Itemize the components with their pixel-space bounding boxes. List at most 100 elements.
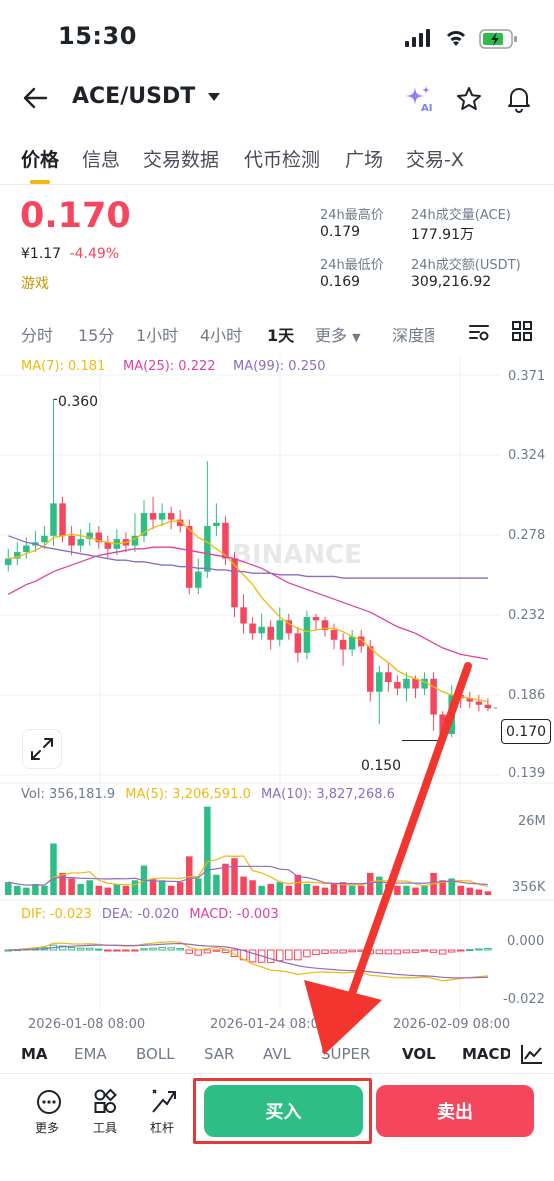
sell-button[interactable]: 卖出 [376, 1085, 534, 1137]
back-arrow-icon[interactable] [22, 86, 48, 110]
dif-legend: DIF: -0.023 [21, 907, 92, 922]
volume-bar [5, 882, 12, 895]
macd-bar [176, 948, 184, 951]
candle [294, 633, 302, 653]
volume-bar [176, 882, 184, 895]
candle [339, 639, 347, 650]
price-change: -4.49% [69, 246, 120, 262]
battery-icon [479, 29, 517, 49]
candle [249, 623, 256, 634]
macd-bar [67, 946, 76, 951]
volume-bar [267, 883, 274, 895]
caret-down-icon: ▼ [352, 331, 361, 344]
tools-label[interactable]: 工具 [93, 1119, 117, 1136]
fullscreen-button[interactable] [22, 729, 62, 769]
status-icons [405, 29, 517, 49]
macd-bar [140, 948, 148, 951]
macd-bar [104, 949, 112, 952]
volume-bar [258, 885, 265, 895]
tab-info[interactable]: 信息 [82, 145, 120, 172]
ai-sparkle-icon[interactable]: AI [404, 85, 434, 113]
candle [23, 545, 30, 553]
tf-4h[interactable]: 4小时 [200, 322, 242, 346]
ma25-line [7, 546, 489, 660]
tools-icon[interactable] [93, 1088, 125, 1116]
tf-more[interactable]: 更多 ▼ [315, 322, 361, 346]
more-icon[interactable] [35, 1088, 67, 1116]
volume-bar [276, 882, 283, 895]
macd-bar [167, 947, 175, 951]
volume-bar [77, 883, 84, 895]
candle [267, 626, 274, 640]
watermark: BINANCE [232, 540, 362, 570]
macd-bar [85, 947, 94, 951]
candle [312, 617, 320, 621]
ind-boll[interactable]: BOLL [136, 1045, 175, 1063]
ind-ma[interactable]: MA [21, 1045, 48, 1063]
chart-settings-icon[interactable] [467, 320, 491, 344]
volume-bar [104, 887, 112, 895]
volume-label: 24h成交量(ACE) [411, 208, 511, 223]
tab-square[interactable]: 广场 [345, 145, 383, 172]
tf-line[interactable]: 分时 [21, 322, 53, 346]
macd-bar [185, 949, 193, 954]
amount-value: 309,216.92 [411, 274, 492, 290]
volume-bar [195, 878, 202, 895]
volume-bar [213, 874, 220, 895]
volume-bar [158, 880, 166, 895]
volume-bar [131, 880, 139, 895]
candle [330, 630, 338, 640]
price-axis-label: 0.371 [508, 369, 546, 384]
signal-icon [405, 29, 430, 47]
volume-bar [41, 885, 48, 895]
macd-bar [149, 947, 157, 951]
candle [258, 626, 265, 634]
tab-trading-data[interactable]: 交易数据 [143, 145, 219, 172]
leverage-icon[interactable] [150, 1088, 182, 1116]
volume-bar [14, 885, 21, 895]
candle [77, 539, 84, 546]
star-icon[interactable] [456, 86, 482, 112]
tab-trade-x[interactable]: 交易-X [406, 145, 464, 172]
macd-bar [203, 949, 212, 954]
tf-15m[interactable]: 15分 [78, 322, 114, 346]
vol-axis-label: 356K [512, 880, 546, 895]
indicator-chart-icon[interactable] [520, 1043, 544, 1065]
macd-bar [122, 949, 130, 952]
pair-selector[interactable]: ACE/USDT [72, 84, 221, 109]
macd-bar [266, 949, 275, 964]
macd-legend: MACD: -0.003 [189, 907, 279, 922]
candle [303, 617, 311, 653]
grid-layout-icon[interactable] [511, 320, 533, 342]
tf-1d[interactable]: 1天 [267, 322, 294, 346]
category-tag[interactable]: 游戏 [21, 273, 49, 293]
highlight-box [193, 1078, 372, 1144]
tab-token-check[interactable]: 代币检测 [244, 145, 320, 172]
price-axis-label: 0.139 [508, 766, 546, 781]
tf-1h[interactable]: 1小时 [136, 322, 178, 346]
high-marker: 0.360 [58, 394, 99, 410]
ind-ema[interactable]: EMA [74, 1045, 107, 1063]
vol-legend: Vol: 356,181.9 [21, 787, 116, 802]
ind-avl[interactable]: AVL [263, 1045, 291, 1063]
ind-sar[interactable]: SAR [204, 1045, 234, 1063]
tab-price[interactable]: 价格 [21, 145, 59, 172]
annotation-arrow [304, 662, 472, 1055]
fiat-price: ¥1.17 [21, 246, 62, 262]
tf-depth[interactable]: 深度图 [392, 322, 434, 346]
macd-bar [484, 947, 492, 951]
volume-bar [167, 885, 175, 895]
leverage-label[interactable]: 杠杆 [150, 1119, 174, 1136]
macd-bar [131, 949, 139, 952]
volume-bar [23, 887, 30, 895]
volume-bar [32, 883, 39, 895]
candle [167, 513, 175, 520]
more-label[interactable]: 更多 [35, 1119, 59, 1136]
macd-bar [76, 947, 85, 951]
bell-icon[interactable] [505, 85, 533, 113]
candle [195, 571, 202, 588]
low-label: 24h最低价 [320, 258, 384, 273]
high-label: 24h最高价 [320, 208, 384, 223]
macd-axis-label: 0.000 [507, 934, 545, 949]
wifi-icon [446, 31, 466, 46]
